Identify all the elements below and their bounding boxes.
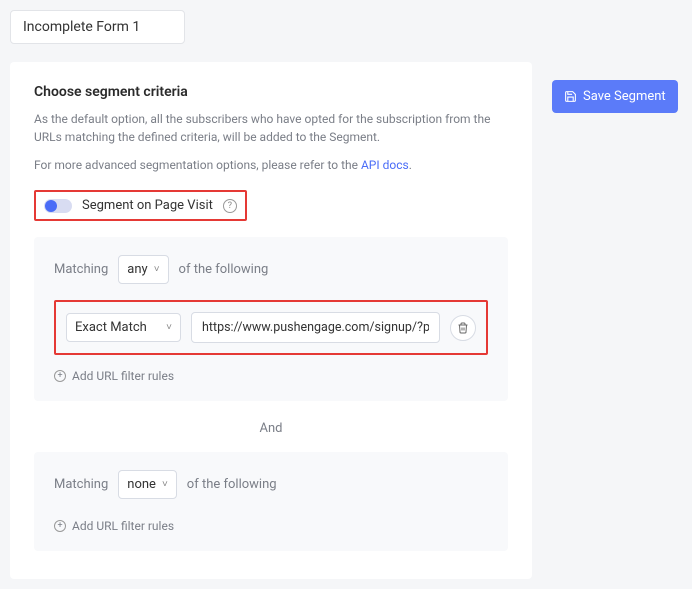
plus-icon: + bbox=[54, 520, 66, 532]
adv-prefix-text: For more advanced segmentation options, … bbox=[34, 158, 361, 172]
criteria-description: As the default option, all the subscribe… bbox=[34, 110, 508, 146]
of-following-text: of the following bbox=[187, 477, 277, 492]
matching-label: Matching bbox=[54, 477, 108, 492]
matching-none-select[interactable]: none ˅ bbox=[118, 470, 177, 499]
filter-type-select[interactable]: Exact Match ˅ bbox=[66, 313, 181, 342]
filter-url-input[interactable] bbox=[191, 312, 440, 343]
and-separator: And bbox=[34, 421, 508, 436]
segment-name-input[interactable] bbox=[10, 10, 185, 44]
rule-block-any: Matching any ˅ of the following Exact Ma… bbox=[34, 237, 508, 401]
delete-rule-button[interactable] bbox=[450, 315, 476, 341]
chevron-down-icon: ˅ bbox=[162, 479, 168, 490]
matching-any-select[interactable]: any ˅ bbox=[118, 255, 168, 284]
of-following-text: of the following bbox=[179, 262, 269, 277]
save-button-label: Save Segment bbox=[583, 89, 666, 104]
filter-type-text: Exact Match bbox=[75, 320, 147, 335]
chevron-down-icon: ˅ bbox=[166, 322, 172, 333]
criteria-card: Choose segment criteria As the default o… bbox=[10, 62, 532, 579]
filter-row-highlight: Exact Match ˅ bbox=[54, 300, 488, 355]
section-title: Choose segment criteria bbox=[34, 84, 508, 100]
add-rule-label: Add URL filter rules bbox=[72, 369, 174, 383]
add-rule-label: Add URL filter rules bbox=[72, 519, 174, 533]
save-icon bbox=[564, 90, 577, 103]
advanced-description: For more advanced segmentation options, … bbox=[34, 156, 508, 174]
chevron-down-icon: ˅ bbox=[154, 264, 160, 275]
matching-row-none: Matching none ˅ of the following bbox=[54, 470, 488, 499]
segment-page-visit-toggle[interactable] bbox=[44, 199, 72, 213]
add-url-rule-button-1[interactable]: + Add URL filter rules bbox=[54, 369, 174, 383]
save-segment-button[interactable]: Save Segment bbox=[552, 80, 678, 113]
trash-icon bbox=[457, 322, 469, 334]
toggle-label: Segment on Page Visit bbox=[82, 198, 213, 213]
any-option-text: any bbox=[127, 262, 147, 277]
api-docs-link[interactable]: API docs bbox=[361, 158, 409, 172]
help-icon[interactable]: ? bbox=[223, 199, 237, 213]
add-url-rule-button-2[interactable]: + Add URL filter rules bbox=[54, 519, 174, 533]
period-text: . bbox=[409, 158, 412, 172]
rule-block-none: Matching none ˅ of the following + Add U… bbox=[34, 452, 508, 551]
none-option-text: none bbox=[127, 477, 156, 492]
matching-row-any: Matching any ˅ of the following bbox=[54, 255, 488, 284]
matching-label: Matching bbox=[54, 262, 108, 277]
segment-page-visit-highlight: Segment on Page Visit ? bbox=[34, 190, 247, 221]
plus-icon: + bbox=[54, 370, 66, 382]
